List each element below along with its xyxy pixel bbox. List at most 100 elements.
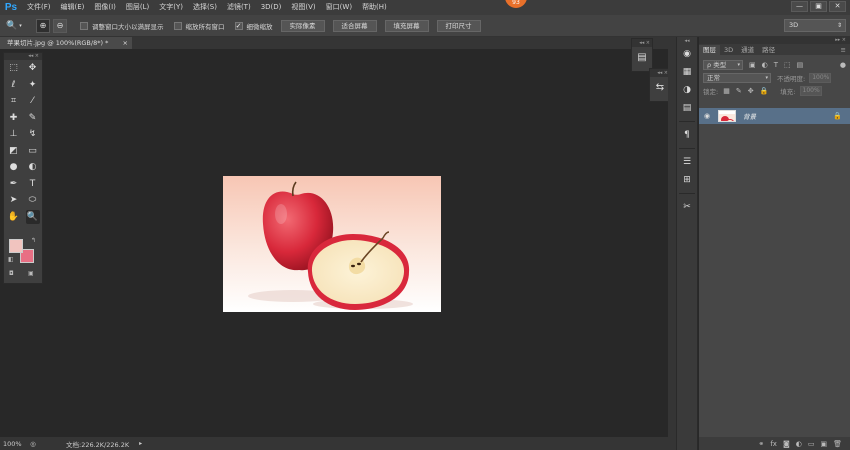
eyedropper-icon[interactable]: ⁄ [26, 94, 40, 108]
collapse-icon[interactable]: ◂◂ [677, 37, 697, 45]
workspace-select[interactable]: 3D ⇕ [784, 19, 846, 32]
zoom-all-windows-checkbox[interactable]: 缩放所有窗口 [173, 21, 225, 31]
ellipse-tool-icon[interactable]: ⬭ [26, 193, 40, 207]
pixel-filter-icon[interactable]: ▣ [749, 61, 756, 69]
menu-edit[interactable]: 编辑(E) [56, 0, 90, 15]
swatches-panel-icon[interactable]: ▦ [677, 63, 697, 81]
layer-row[interactable]: ◉ 背景 🔒 [699, 108, 850, 124]
close-button[interactable]: ✕ [829, 1, 846, 12]
new-adjustment-icon[interactable]: ◐ [796, 440, 802, 448]
crop-tool-icon[interactable]: ⌗ [7, 94, 21, 108]
fill-field[interactable]: 100% [799, 85, 822, 96]
quick-mask-icon[interactable]: ◘ [9, 270, 14, 277]
adjustments-panel-icon[interactable]: ◑ [677, 81, 697, 99]
fill-screen-button[interactable]: 填充屏幕 [384, 19, 429, 32]
collapse-icon[interactable]: ◂◂ × [650, 69, 670, 77]
restore-button[interactable]: ▣ [810, 1, 827, 12]
tools-panel-icon[interactable]: ✂ [677, 198, 697, 216]
path-select-icon[interactable]: ➤ [7, 193, 21, 207]
filter-toggle-icon[interactable]: ● [840, 61, 846, 69]
brush-tool-icon[interactable]: ✎ [26, 111, 40, 125]
collapse-icon[interactable]: ▸▸ × [699, 37, 850, 44]
status-info-icon[interactable]: ◎ [28, 440, 38, 448]
tab-paths[interactable]: 路径 [758, 45, 779, 55]
opacity-field[interactable]: 100% [809, 72, 832, 83]
link-layers-icon[interactable]: ⚭ [758, 440, 764, 448]
tab-3d[interactable]: 3D [720, 45, 737, 55]
clone-stamp-icon[interactable]: ⊥ [7, 127, 21, 141]
eraser-icon[interactable]: ◩ [7, 144, 21, 158]
type-filter-icon[interactable]: T [774, 61, 778, 69]
move-tool-icon[interactable]: ✥ [26, 61, 40, 75]
zoom-in-button[interactable]: ⊕ [36, 18, 50, 33]
new-layer-icon[interactable]: ▣ [820, 440, 827, 448]
tab-channels[interactable]: 通道 [737, 45, 758, 55]
zoom-tool-icon[interactable]: 🔍 [25, 209, 40, 224]
color-panel-icon[interactable]: ◉ [677, 45, 697, 63]
foreground-color-swatch[interactable] [9, 239, 23, 253]
paragraph-panel-icon[interactable]: ¶ [677, 126, 697, 144]
pen-tool-icon[interactable]: ✒ [7, 177, 21, 191]
visibility-eye-icon[interactable]: ◉ [699, 112, 715, 120]
screen-mode-icon[interactable]: ▣ [28, 270, 34, 277]
history-icon[interactable]: ▤ [632, 52, 652, 63]
blend-mode-select[interactable]: 正常 ▾ [703, 72, 771, 83]
lock-position-icon[interactable]: ✥ [748, 87, 754, 95]
scrubby-zoom-checkbox[interactable]: ✓ 细微缩放 [234, 21, 273, 31]
brush-panel-icon[interactable]: ⊞ [677, 171, 697, 189]
healing-brush-icon[interactable]: ✚ [7, 111, 21, 125]
print-size-button[interactable]: 打印尺寸 [436, 19, 481, 32]
menu-help[interactable]: 帮助(H) [357, 0, 392, 15]
menu-window[interactable]: 窗口(W) [321, 0, 357, 15]
lock-image-icon[interactable]: ✎ [736, 87, 742, 95]
menu-layer[interactable]: 图层(L) [121, 0, 154, 15]
menu-3d[interactable]: 3D(D) [256, 0, 287, 15]
panel-menu-icon[interactable]: ≡ [837, 45, 850, 55]
styles-panel-icon[interactable]: ▤ [677, 99, 697, 117]
lasso-tool-icon[interactable]: ℓ [7, 78, 21, 92]
blur-tool-icon[interactable]: ● [7, 160, 21, 174]
menu-image[interactable]: 图像(I) [89, 0, 121, 15]
dodge-tool-icon[interactable]: ◐ [26, 160, 40, 174]
properties-panel-icon[interactable]: ☰ [677, 153, 697, 171]
smart-object-filter-icon[interactable]: ▤ [797, 61, 804, 69]
chevron-right-icon[interactable]: ▸ [139, 440, 142, 447]
minimize-button[interactable]: — [791, 1, 808, 12]
collapse-icon[interactable]: ◂◂ × [4, 53, 42, 60]
menu-view[interactable]: 视图(V) [286, 0, 320, 15]
actual-pixels-button[interactable]: 实际像素 [280, 19, 325, 32]
menu-type[interactable]: 文字(Y) [154, 0, 188, 15]
resize-windows-checkbox[interactable]: 调整窗口大小以满屏显示 [80, 21, 164, 31]
zoom-level[interactable]: 100% [0, 440, 28, 448]
type-tool-icon[interactable]: T [26, 177, 40, 191]
magic-wand-icon[interactable]: ✦ [26, 78, 40, 92]
tab-layers[interactable]: 图层 [699, 45, 720, 55]
delete-layer-icon[interactable]: 🗑 [833, 440, 842, 448]
lock-all-icon[interactable]: 🔒 [760, 87, 769, 95]
layer-style-icon[interactable]: fx [770, 440, 777, 448]
document-image[interactable] [223, 176, 441, 312]
fit-screen-button[interactable]: 适合屏幕 [332, 19, 377, 32]
menu-filter[interactable]: 滤镜(T) [222, 0, 256, 15]
menu-select[interactable]: 选择(S) [188, 0, 222, 15]
history-brush-icon[interactable]: ↯ [26, 127, 40, 141]
tool-preset-picker[interactable]: 🔍 ▾ [6, 18, 36, 34]
layer-filter-select[interactable]: ρ 类型 ▾ [703, 59, 743, 70]
lock-pixels-icon[interactable]: ▦ [723, 87, 730, 95]
menu-file[interactable]: 文件(F) [22, 0, 56, 15]
hand-tool-icon[interactable]: ✋ [7, 210, 21, 224]
shape-filter-icon[interactable]: ⬚ [784, 61, 791, 69]
document-tab[interactable]: 苹果切片.jpg @ 100%(RGB/8*) * × [0, 37, 132, 49]
swap-colors-icon[interactable]: ↰ [31, 237, 36, 244]
close-tab-icon[interactable]: × [123, 37, 128, 49]
marquee-tool-icon[interactable]: ⬚ [7, 61, 21, 75]
new-group-icon[interactable]: ▭ [808, 440, 815, 448]
gradient-icon[interactable]: ▭ [26, 144, 40, 158]
actions-icon[interactable]: ⇆ [650, 82, 670, 93]
add-mask-icon[interactable]: ◙ [783, 440, 790, 448]
zoom-out-button[interactable]: ⊖ [53, 18, 67, 33]
default-colors-icon[interactable]: ◧ [8, 256, 14, 263]
adjustment-filter-icon[interactable]: ◐ [762, 61, 768, 69]
collapse-icon[interactable]: ◂◂ × [632, 39, 652, 47]
vertical-scrollbar[interactable] [668, 37, 676, 450]
